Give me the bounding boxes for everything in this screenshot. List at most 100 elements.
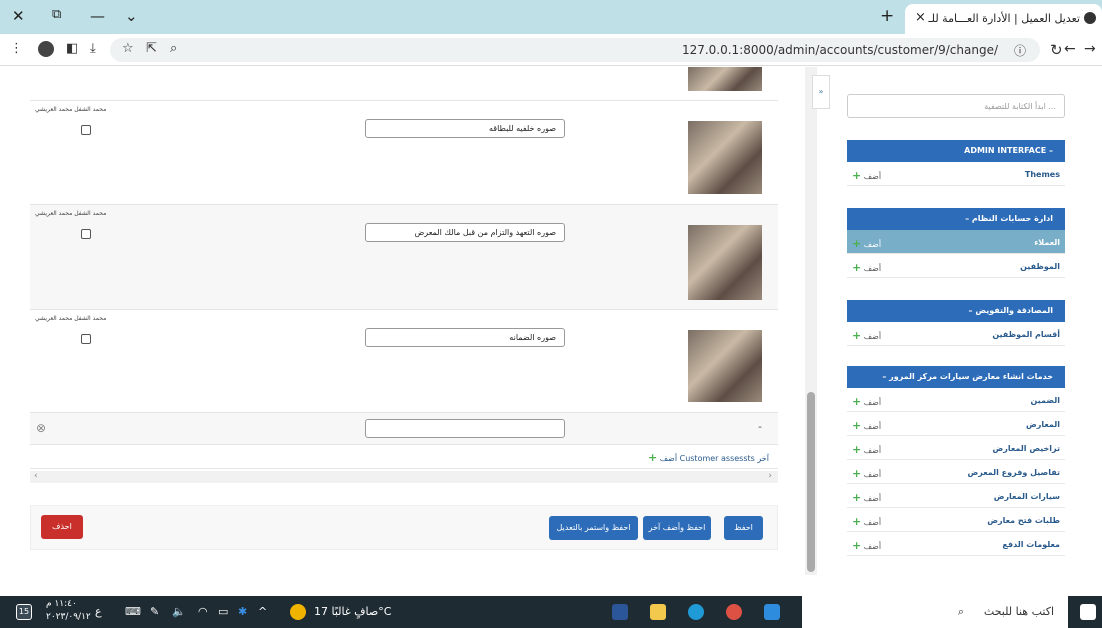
module-caption[interactable]: ADMIN INTERFACE – [847, 140, 1065, 162]
module-caption[interactable]: – ادارة حسابات النظام [847, 208, 1065, 230]
keyboard-icon[interactable]: ⌨ [125, 605, 141, 618]
add-link[interactable]: + أضف [852, 539, 881, 552]
sidebar-item-requests[interactable]: طلبات فتح معارض + أضف [847, 508, 1065, 532]
item-label[interactable]: Themes [1025, 170, 1060, 179]
volume-icon[interactable]: 🔈 [172, 605, 186, 618]
omnibox[interactable]: ☆ ⇱ ⌕ 127.0.0.1:8000/admin/accounts/cust… [110, 38, 1040, 62]
item-label[interactable]: تراخيص المعارض [993, 444, 1060, 453]
add-link[interactable]: + أضف [852, 261, 881, 274]
item-label[interactable]: أقسام الموظفين [992, 330, 1060, 339]
add-another-link[interactable]: + أضف Customer assessts آخر [648, 451, 769, 464]
description-input[interactable]: صوره خلفيه للبطاقه [365, 119, 565, 138]
add-link[interactable]: + أضف [852, 467, 881, 480]
item-label[interactable]: الموظفين [1020, 262, 1060, 271]
horizontal-scrollbar[interactable]: ‹ › [30, 471, 778, 483]
save-continue-button[interactable]: احفظ واستمر بالتعديل [549, 516, 638, 540]
tab-search-button[interactable]: ⌄ [125, 7, 138, 25]
share-icon[interactable]: ⇱ [146, 41, 157, 56]
document-thumbnail[interactable] [688, 67, 762, 91]
info-icon[interactable]: ⓘ [1014, 42, 1026, 59]
weather-text[interactable]: صافٍ غالبًا 17°C [314, 605, 391, 618]
document-thumbnail[interactable] [688, 121, 762, 194]
add-link[interactable]: + أضف [852, 419, 881, 432]
module-caption[interactable]: – خدمات انشاء معارض سيارات مركز المرور [847, 366, 1065, 388]
sidebar-item-branches[interactable]: تفاصيل وفروع المعرض + أضف [847, 460, 1065, 484]
sidebar-item-themes[interactable]: Themes + أضف [847, 162, 1065, 186]
sidebar-item-employees[interactable]: الموظفين + أضف [847, 254, 1065, 278]
sidebar-icon[interactable]: ◧ [66, 41, 78, 56]
document-thumbnail[interactable] [688, 225, 762, 300]
document-thumbnail[interactable] [688, 330, 762, 402]
zoom-icon[interactable]: ⌕ [170, 41, 177, 56]
sidebar-item-licenses[interactable]: تراخيص المعارض + أضف [847, 436, 1065, 460]
clock-time[interactable]: ١١:٤٠ م [46, 599, 77, 609]
sidebar-item-cars[interactable]: سيارات المعارض + أضف [847, 484, 1065, 508]
vertical-scrollbar[interactable] [805, 67, 817, 575]
restore-window-button[interactable]: ⧉ [52, 7, 61, 22]
profile-icon[interactable] [38, 41, 54, 57]
wifi-icon[interactable]: ◠ [198, 605, 208, 618]
scroll-left-icon[interactable]: ‹ [34, 471, 38, 481]
save-button[interactable]: احفظ [724, 516, 763, 540]
taskbar-search[interactable]: اكتب هنا للبحث ⌕ [802, 596, 1068, 628]
chrome-icon[interactable] [726, 604, 742, 620]
sidebar-item-guarantor[interactable]: الضمين + أضف [847, 388, 1065, 412]
item-label[interactable]: الضمين [1031, 396, 1060, 405]
battery-icon[interactable]: ▭ [218, 605, 228, 618]
add-link[interactable]: + أضف [852, 515, 881, 528]
add-link[interactable]: + أضف [852, 237, 881, 250]
add-link[interactable]: + أضف [852, 443, 881, 456]
close-window-button[interactable]: ✕ [12, 7, 25, 25]
vscode-icon[interactable] [764, 604, 780, 620]
add-link[interactable]: + أضف [852, 169, 881, 182]
star-icon[interactable]: ☆ [122, 41, 134, 56]
clock-date[interactable]: ٢٠٢٣/٠٩/١٢ [46, 612, 91, 622]
menu-icon[interactable]: ⋮ [10, 41, 23, 56]
new-tab-button[interactable]: + [880, 6, 894, 26]
word-icon[interactable] [612, 604, 628, 620]
forward-icon[interactable]: → [1084, 41, 1096, 57]
minimize-window-button[interactable]: — [90, 7, 105, 25]
remove-row-icon[interactable]: ⊗ [36, 421, 46, 435]
weather-icon[interactable] [290, 604, 306, 620]
toggle-sidebar-button[interactable]: » [812, 75, 830, 109]
item-label[interactable]: المعارض [1026, 420, 1060, 429]
scroll-right-icon[interactable]: › [768, 471, 772, 481]
edge-icon[interactable] [688, 604, 704, 620]
delete-button[interactable]: احذف [41, 515, 83, 539]
file-explorer-icon[interactable] [650, 604, 666, 620]
bluetooth-icon[interactable]: ✱ [238, 605, 247, 618]
add-link[interactable]: + أضف [852, 395, 881, 408]
sidebar-item-customers[interactable]: العملاء + أضف [847, 230, 1065, 254]
delete-checkbox[interactable] [81, 334, 91, 344]
url-text[interactable]: 127.0.0.1:8000/admin/accounts/customer/9… [682, 43, 998, 57]
item-label[interactable]: العملاء [1034, 238, 1060, 247]
chevron-up-icon[interactable]: ^ [258, 605, 267, 618]
delete-checkbox[interactable] [81, 229, 91, 239]
item-label[interactable]: معلومات الدفع [1002, 540, 1060, 549]
description-input[interactable]: صوره الضمانه [365, 328, 565, 347]
notification-icon[interactable]: 15 [16, 604, 32, 620]
reload-icon[interactable]: ↻ [1050, 41, 1063, 59]
tab-close-icon[interactable]: × [915, 10, 926, 25]
search-placeholder[interactable]: اكتب هنا للبحث [984, 605, 1054, 618]
sidebar-item-departments[interactable]: أقسام الموظفين + أضف [847, 322, 1065, 346]
active-tab[interactable]: × تعديل العميل | الأدارة العـــامة للـ [905, 4, 1102, 34]
module-caption[interactable]: – المصادقة والتفويض [847, 300, 1065, 322]
description-input[interactable] [365, 419, 565, 438]
language-indicator[interactable]: ع [95, 605, 102, 618]
add-link[interactable]: + أضف [852, 491, 881, 504]
save-add-button[interactable]: احفظ وأضف آخر [643, 516, 711, 540]
add-link[interactable]: + أضف [852, 329, 881, 342]
sidebar-item-payment[interactable]: معلومات الدفع + أضف [847, 532, 1065, 556]
item-label[interactable]: طلبات فتح معارض [987, 516, 1060, 525]
pen-icon[interactable]: ✎ [150, 605, 159, 618]
back-icon[interactable]: ← [1064, 41, 1076, 57]
delete-checkbox[interactable] [81, 125, 91, 135]
item-label[interactable]: تفاصيل وفروع المعرض [968, 468, 1060, 477]
download-icon[interactable]: ⤓ [90, 41, 96, 56]
scroll-thumb[interactable] [807, 392, 815, 572]
item-label[interactable]: سيارات المعارض [994, 492, 1060, 501]
sidebar-item-exhibitions[interactable]: المعارض + أضف [847, 412, 1065, 436]
windows-start-icon[interactable] [1080, 604, 1096, 620]
